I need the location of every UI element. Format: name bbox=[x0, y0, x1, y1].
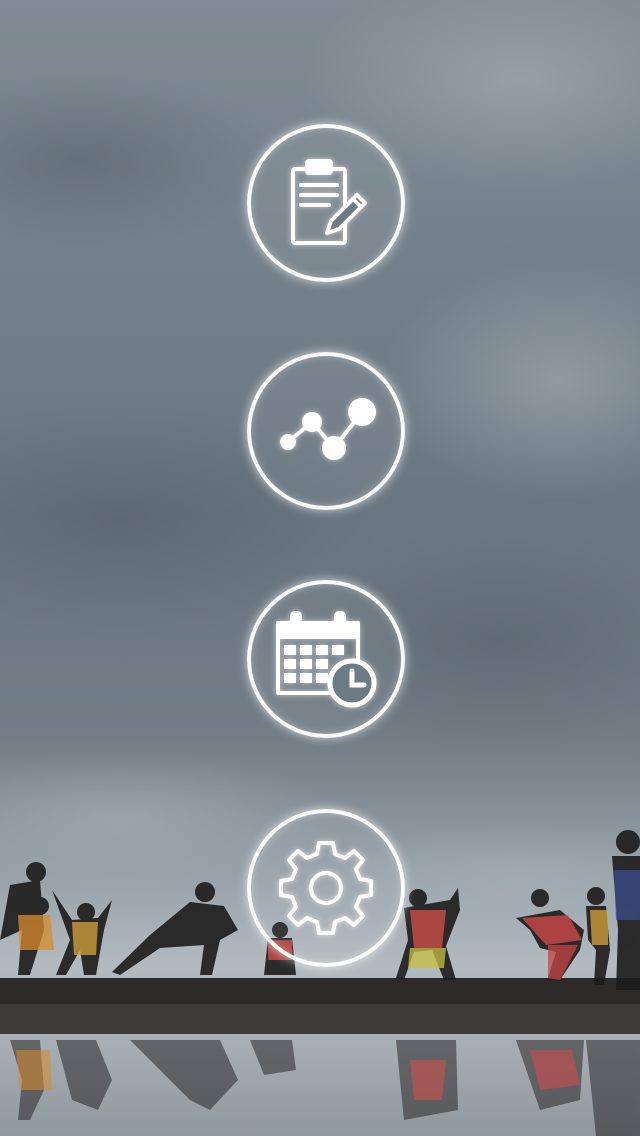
clipboard-pencil-icon bbox=[291, 159, 367, 245]
notes-button[interactable] bbox=[247, 124, 405, 282]
settings-button[interactable] bbox=[247, 809, 405, 967]
gear-icon bbox=[279, 841, 373, 935]
app-screen bbox=[0, 0, 640, 1136]
stats-button[interactable] bbox=[247, 352, 405, 510]
line-graph-icon bbox=[280, 398, 376, 460]
schedule-button[interactable] bbox=[247, 580, 405, 738]
calendar-clock-icon bbox=[276, 611, 377, 708]
main-menu bbox=[0, 0, 640, 1136]
